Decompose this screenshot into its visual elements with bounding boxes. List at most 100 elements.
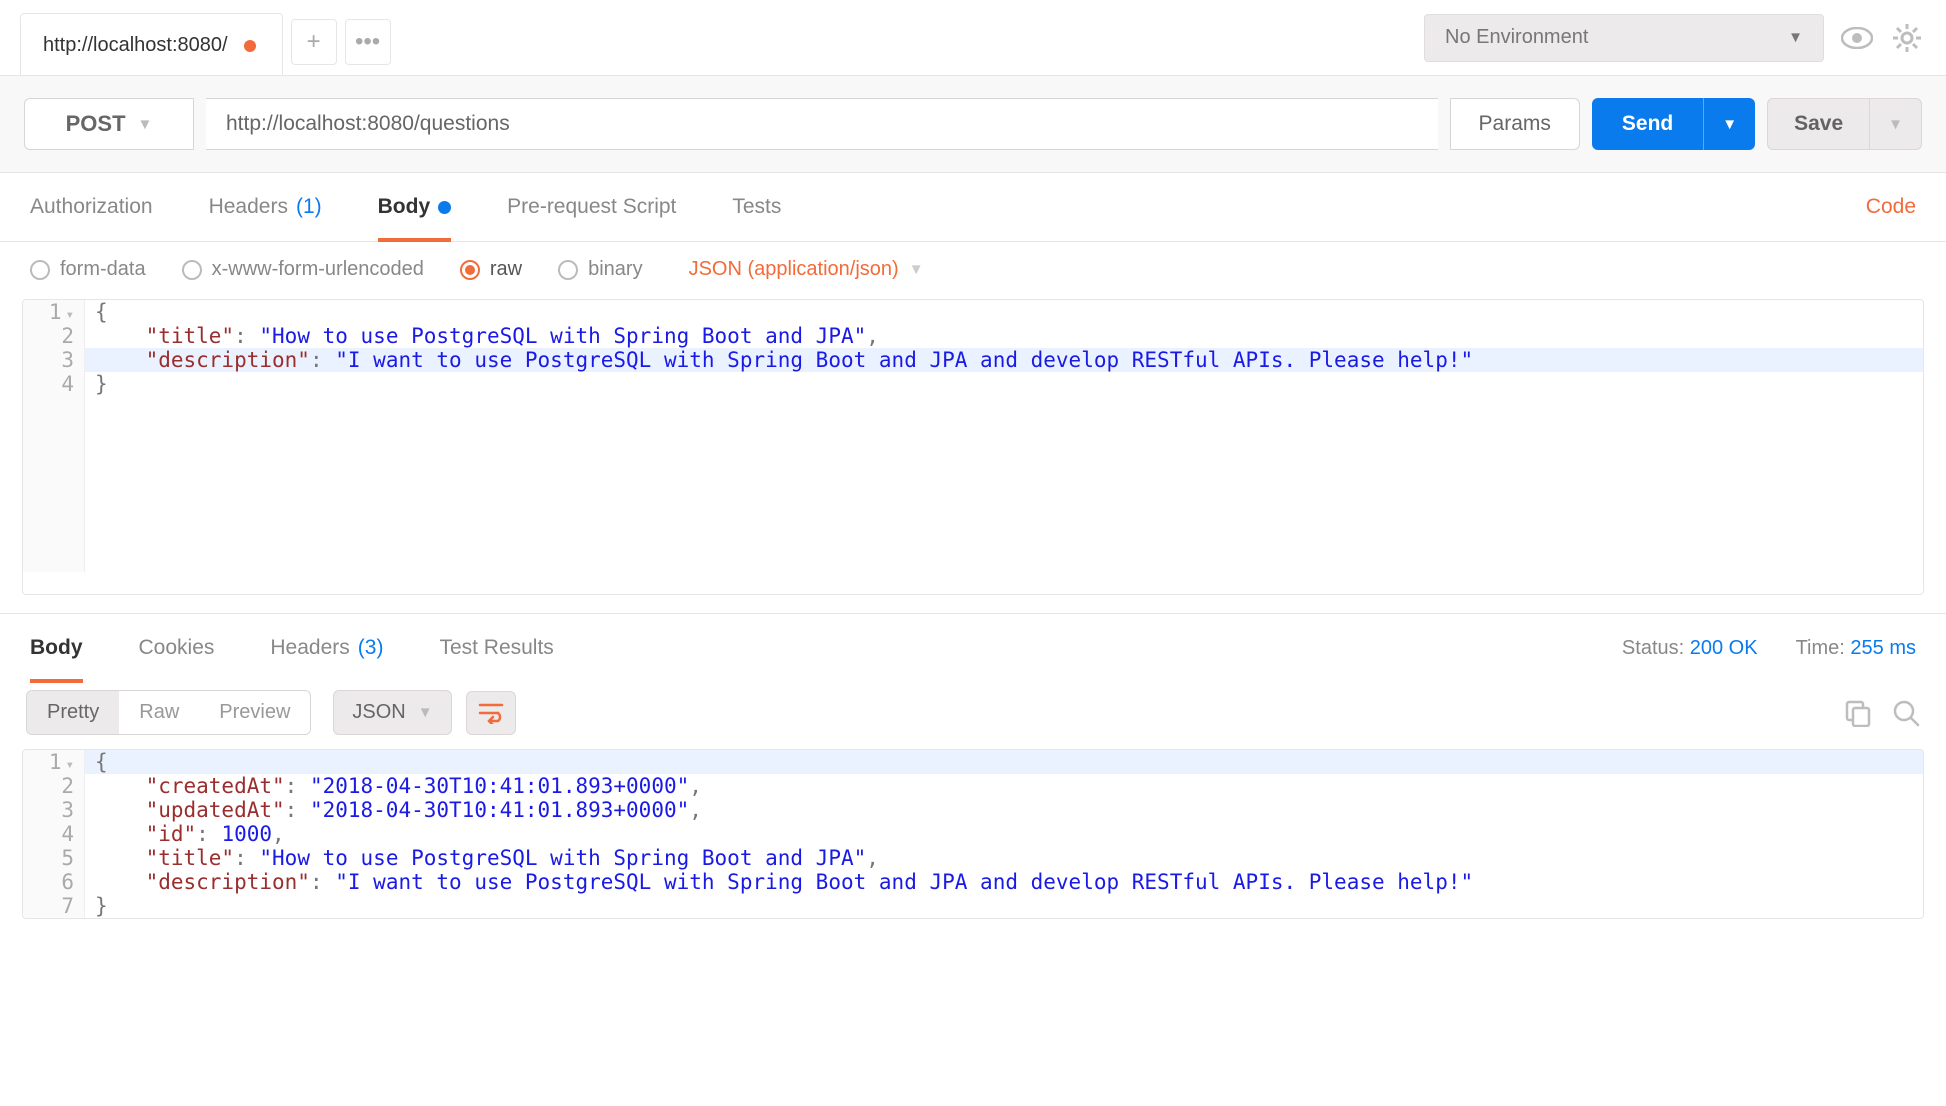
radio-icon <box>460 260 480 280</box>
tab-label: Tests <box>732 195 781 219</box>
headers-count: (1) <box>296 195 322 219</box>
content-type-select[interactable]: JSON (application/json) ▼ <box>689 258 924 281</box>
params-label: Params <box>1479 112 1551 136</box>
code-text: "description" <box>146 870 310 894</box>
environment-settings-button[interactable] <box>1890 21 1924 55</box>
code-text: "How to use PostgreSQL with Spring Boot … <box>259 324 866 348</box>
code-text: "title" <box>146 324 235 348</box>
copy-response-button[interactable] <box>1844 699 1872 727</box>
raw-view-button[interactable]: Raw <box>119 691 199 734</box>
code-text: "2018-04-30T10:41:01.893+0000" <box>310 774 689 798</box>
content-type-label: JSON (application/json) <box>689 258 899 281</box>
params-button[interactable]: Params <box>1450 98 1580 150</box>
unsaved-dot-icon <box>244 40 256 52</box>
time-display: Time: 255 ms <box>1796 637 1916 660</box>
save-label: Save <box>1768 112 1869 136</box>
code-text: "title" <box>146 846 235 870</box>
chevron-down-icon: ▼ <box>909 261 924 278</box>
code-text: "How to use PostgreSQL with Spring Boot … <box>259 846 866 870</box>
tab-label: Test Results <box>439 636 553 660</box>
tab-label: Headers <box>209 195 288 219</box>
resp-tab-cookies[interactable]: Cookies <box>139 614 215 682</box>
modified-dot-icon <box>438 201 451 214</box>
wrap-lines-button[interactable] <box>466 691 516 735</box>
status-label: Status: <box>1622 637 1684 659</box>
tab-headers[interactable]: Headers (1) <box>209 173 322 241</box>
radio-label: binary <box>588 258 642 281</box>
tab-tests[interactable]: Tests <box>732 173 781 241</box>
code-text: { <box>95 750 108 774</box>
tab-prerequest[interactable]: Pre-request Script <box>507 173 676 241</box>
radio-urlencoded[interactable]: x-www-form-urlencoded <box>182 258 424 281</box>
code-text: { <box>95 300 108 324</box>
save-dropdown[interactable]: ▼ <box>1869 99 1921 149</box>
code-text: "2018-04-30T10:41:01.893+0000" <box>310 798 689 822</box>
pretty-view-button[interactable]: Pretty <box>27 691 119 734</box>
http-method-value: POST <box>66 111 126 137</box>
request-url-input[interactable]: http://localhost:8080/questions <box>206 98 1438 150</box>
wrap-icon <box>478 702 504 724</box>
search-response-button[interactable] <box>1892 699 1920 727</box>
eye-icon <box>1841 27 1873 49</box>
new-tab-button[interactable]: + <box>291 19 337 65</box>
seg-label: Raw <box>139 701 179 723</box>
headers-count: (3) <box>358 636 384 660</box>
time-value: 255 ms <box>1850 637 1916 659</box>
tab-authorization[interactable]: Authorization <box>30 173 153 241</box>
status-display: Status: 200 OK <box>1622 637 1758 660</box>
tab-options-button[interactable]: ••• <box>345 19 391 65</box>
send-label: Send <box>1592 112 1703 136</box>
environment-preview-button[interactable] <box>1840 21 1874 55</box>
tab-label: Authorization <box>30 195 153 219</box>
radio-raw[interactable]: raw <box>460 258 522 281</box>
tab-label: Pre-request Script <box>507 195 676 219</box>
code-text: } <box>95 894 108 918</box>
code-label: Code <box>1866 195 1916 218</box>
radio-icon <box>558 260 578 280</box>
radio-label: x-www-form-urlencoded <box>212 258 424 281</box>
http-method-select[interactable]: POST ▼ <box>24 98 194 150</box>
request-tab-title: http://localhost:8080/ <box>43 34 228 57</box>
chevron-down-icon: ▼ <box>1788 29 1803 46</box>
send-dropdown[interactable]: ▼ <box>1703 98 1755 150</box>
format-label: JSON <box>352 701 405 724</box>
tab-label: Body <box>30 636 83 660</box>
radio-form-data[interactable]: form-data <box>30 258 146 281</box>
send-button[interactable]: Send ▼ <box>1592 98 1755 150</box>
radio-label: raw <box>490 258 522 281</box>
time-label: Time: <box>1796 637 1845 659</box>
response-body-viewer[interactable]: 1▾{ 2 "createdAt": "2018-04-30T10:41:01.… <box>22 749 1924 919</box>
chevron-down-icon: ▼ <box>418 704 433 721</box>
chevron-down-icon: ▼ <box>1722 116 1737 133</box>
save-button[interactable]: Save ▼ <box>1767 98 1922 150</box>
code-text: "I want to use PostgreSQL with Spring Bo… <box>335 870 1473 894</box>
chevron-down-icon: ▼ <box>1888 116 1903 133</box>
request-body-editor[interactable]: 1▾{ 2 "title": "How to use PostgreSQL wi… <box>22 299 1924 595</box>
resp-tab-headers[interactable]: Headers (3) <box>270 614 383 682</box>
code-link[interactable]: Code <box>1866 173 1916 241</box>
tab-label: Body <box>378 195 431 219</box>
tab-label: Headers <box>270 636 349 660</box>
status-value: 200 OK <box>1690 637 1758 659</box>
radio-icon <box>182 260 202 280</box>
view-mode-segment: Pretty Raw Preview <box>26 690 311 735</box>
response-format-select[interactable]: JSON ▼ <box>333 690 451 735</box>
radio-icon <box>30 260 50 280</box>
search-icon <box>1892 699 1920 727</box>
environment-selected: No Environment <box>1445 26 1588 49</box>
tab-body[interactable]: Body <box>378 173 452 241</box>
gear-icon <box>1892 23 1922 53</box>
tab-label: Cookies <box>139 636 215 660</box>
code-text: "description" <box>146 348 310 372</box>
preview-view-button[interactable]: Preview <box>199 691 310 734</box>
environment-select[interactable]: No Environment ▼ <box>1424 14 1824 62</box>
seg-label: Preview <box>219 701 290 723</box>
copy-icon <box>1844 699 1872 727</box>
code-text: } <box>95 372 108 396</box>
radio-binary[interactable]: binary <box>558 258 642 281</box>
resp-tab-tests[interactable]: Test Results <box>439 614 553 682</box>
resp-tab-body[interactable]: Body <box>30 614 83 682</box>
request-tab[interactable]: http://localhost:8080/ <box>20 13 283 75</box>
plus-icon: + <box>307 28 321 56</box>
code-text: 1000 <box>221 822 272 846</box>
